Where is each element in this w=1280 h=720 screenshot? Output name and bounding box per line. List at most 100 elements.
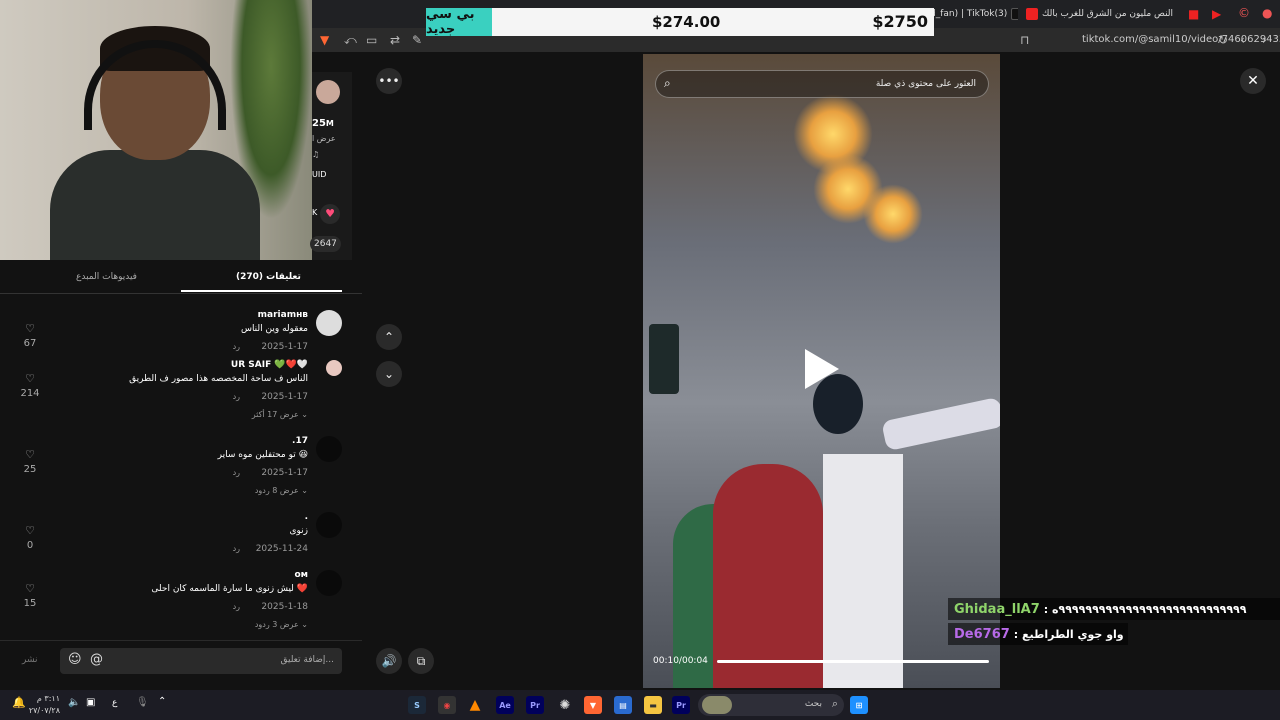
comment-user[interactable]: . [305, 512, 308, 522]
comment-input[interactable]: ☺ @ إضافة تعليق... [60, 648, 342, 674]
like-icon[interactable]: ♡ [20, 582, 40, 595]
brave-icon[interactable]: ▼ [584, 696, 602, 714]
brave-shield-icon[interactable]: ▼ [320, 33, 329, 47]
like-icon[interactable]: ♡ [20, 372, 40, 385]
extension-icon[interactable]: ⤺ [344, 33, 357, 48]
taskbar-search[interactable]: بحث ⌕ [698, 694, 844, 716]
avatar[interactable] [316, 512, 342, 538]
windows-taskbar: 🔔 ٣:١١ م ٢٧/٠٧/٢٨ 🔈 ▣ ع 🎙 ⌃ S ◉ ▲ Ae Pr … [0, 690, 1280, 720]
reply-link[interactable]: رد [233, 602, 240, 611]
comments-panel: (270) تعليقات فيديوهات المبدع mariamʜʙ م… [0, 260, 362, 690]
related-search-box[interactable]: ⌕ العثور على محتوى ذي صلة [655, 70, 989, 98]
emoji-icon[interactable]: ☺ [68, 652, 82, 667]
comment-user[interactable]: UR SAIF 💚❤️🤍 [231, 360, 308, 370]
creator-avatar[interactable] [316, 80, 340, 104]
comment-date: 2025-1-17 [261, 392, 308, 402]
premiere-icon[interactable]: Pr [526, 696, 544, 714]
reload-icon[interactable]: ↻ [1218, 33, 1228, 47]
after-effects-icon[interactable]: Ae [496, 696, 514, 714]
windows-start-icon[interactable]: ⊞ [850, 696, 868, 714]
reply-link[interactable]: رد [233, 468, 240, 477]
mic-icon[interactable]: 🎙 [136, 697, 149, 708]
webcam-feed [0, 0, 312, 260]
volume-button[interactable]: 🔊 [376, 648, 402, 674]
obs-icon[interactable]: ◉ [438, 696, 456, 714]
like-count: 0 [26, 540, 34, 551]
language-indicator[interactable]: ع [112, 698, 117, 708]
like-icon[interactable]: ♡ [20, 524, 40, 537]
previous-video-button[interactable]: ⌃ [376, 324, 402, 350]
tab-creator-videos[interactable]: فيديوهات المبدع [76, 272, 137, 282]
like-icon[interactable]: ♡ [20, 322, 40, 335]
side-text: عرض ا [312, 134, 336, 143]
like-icon[interactable]: ♡ [20, 448, 40, 461]
translate-icon[interactable]: ⇄ [390, 33, 400, 47]
avatar[interactable] [326, 360, 342, 376]
steam-icon[interactable]: S [408, 696, 426, 714]
more-options-button[interactable]: ••• [376, 68, 402, 94]
taskbar-search-label: بحث [804, 699, 822, 709]
store-icon[interactable]: ▤ [614, 696, 632, 714]
view-more-replies[interactable]: عرض 8 ردود ⌄ [255, 486, 308, 495]
comment-date: 2025-1-17 [261, 468, 308, 478]
tab-comments[interactable]: (270) تعليقات [236, 272, 301, 282]
url-text[interactable]: tiktok.com/@samil10/video/74606294337963… [1082, 34, 1280, 45]
mention-icon[interactable]: @ [90, 652, 103, 667]
view-more-replies[interactable]: عرض 17 أكثر ⌄ [252, 410, 308, 419]
new-pc-label: بي سي جديد [426, 7, 492, 37]
next-video-button[interactable]: ⌄ [376, 361, 402, 387]
tiktok-icon [1011, 8, 1018, 20]
reply-link[interactable]: رد [233, 342, 240, 351]
side-tag: UID [312, 170, 327, 179]
profile-tab-icon[interactable]: ● [1262, 6, 1272, 20]
notification-icon[interactable]: 🔔 [12, 696, 26, 709]
comment-user[interactable]: mariamʜʙ [258, 310, 308, 320]
vlc-icon[interactable]: ▲ [466, 696, 484, 714]
screen-icon[interactable]: ▭ [366, 33, 377, 47]
taskbar-clock[interactable]: ٣:١١ م ٢٧/٠٧/٢٨ [26, 693, 60, 717]
chat-text: : واو جوي الطراطيع [1013, 627, 1124, 641]
comment-item: UR SAIF 💚❤️🤍 الناس ف ساحة المخصصه هذا مص… [0, 360, 350, 430]
video-player[interactable]: ⌕ العثور على محتوى ذي صلة 00:10/00:04 [643, 54, 1000, 688]
side-k: K [312, 208, 318, 217]
post-button[interactable]: نشر [22, 655, 38, 665]
tray-chevron-icon[interactable]: ⌃ [158, 696, 166, 707]
play-icon[interactable] [805, 349, 839, 389]
clock-time: ٣:١١ م [36, 694, 60, 703]
back-icon[interactable]: ‹ [1240, 33, 1245, 47]
chatgpt-icon[interactable]: ✺ [556, 696, 574, 714]
youtube-tab-icon[interactable]: ▶ [1212, 7, 1221, 21]
close-button[interactable]: ✕ [1240, 68, 1266, 94]
comment-item: ом ليش زنوى ما سارة الماسمه كان احلى ❤️ … [0, 570, 350, 640]
heart-icon[interactable]: ♥ [320, 204, 340, 224]
comment-date: 2025-1-18 [261, 602, 308, 612]
network-icon[interactable]: ▣ [86, 697, 95, 708]
reply-link[interactable]: رد [233, 544, 240, 553]
comment-placeholder: إضافة تعليق... [280, 655, 334, 665]
price-overlay: بي سي جديد $274.00 $2750 [426, 7, 934, 37]
file-explorer-icon[interactable]: ▬ [644, 696, 662, 714]
progress-bar[interactable] [717, 660, 989, 663]
streamer-body [50, 150, 260, 260]
comment-item: .17 تو محتفلين موه ساير 😆 2025-1-17 رد ع… [0, 436, 350, 506]
forward-icon[interactable]: › [1262, 33, 1267, 47]
volume-icon[interactable]: 🔈 [68, 697, 80, 708]
avatar[interactable] [316, 310, 342, 336]
comment-user[interactable]: .17 [292, 436, 308, 446]
search-highlight-image [702, 696, 732, 714]
side-number: 2647 [310, 236, 341, 252]
browser-tab-tiktok[interactable]: d_fan) | TikTok(3) [930, 4, 1018, 24]
reply-link[interactable]: رد [233, 392, 240, 401]
miniplayer-button[interactable]: ⧉ [408, 648, 434, 674]
browser-tab-youtube[interactable]: تحدي النص مليون من الشرق للغرب بالك [1026, 4, 1176, 24]
view-more-replies[interactable]: عرض 3 ردود ⌄ [255, 620, 308, 629]
brand-tab-icon[interactable]: © [1238, 6, 1250, 20]
comment-user[interactable]: ом [294, 570, 308, 580]
ai-icon[interactable]: ✎ [412, 33, 422, 47]
pinned-tab-icon[interactable]: ■ [1188, 7, 1199, 21]
search-icon[interactable]: ⌕ [664, 76, 671, 91]
bookmark-icon[interactable]: ⊓ [1020, 33, 1029, 47]
premiere-2-icon[interactable]: Pr [672, 696, 690, 714]
avatar[interactable] [316, 436, 342, 462]
avatar[interactable] [316, 570, 342, 596]
